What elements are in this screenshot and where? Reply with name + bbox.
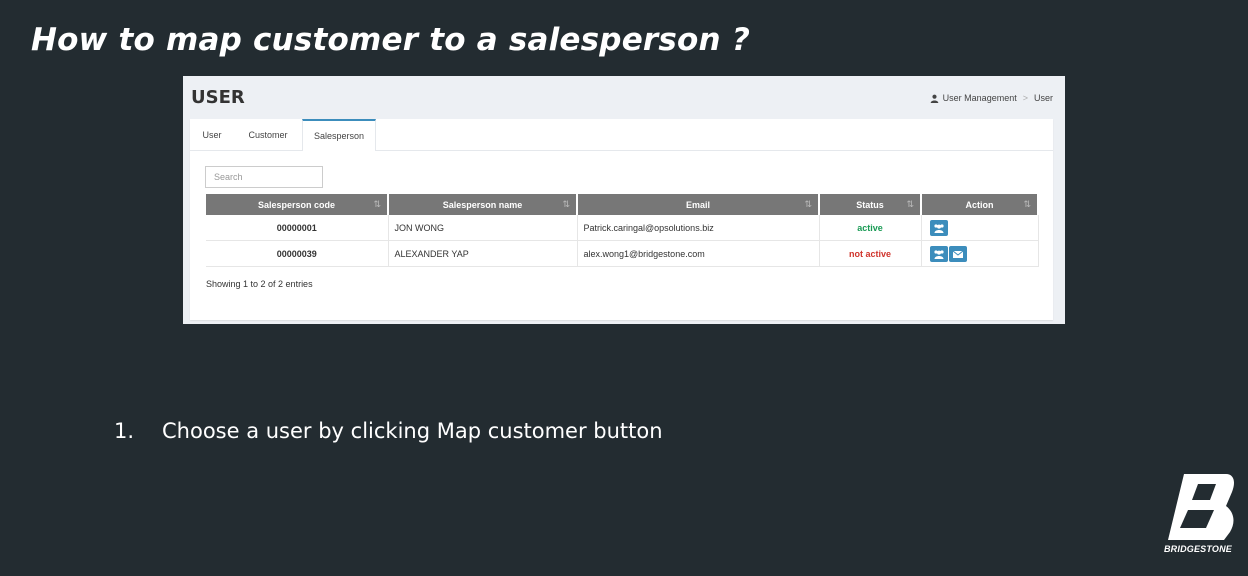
status-badge: not active [819,240,922,267]
salesperson-name: ALEXANDER YAP [388,240,578,267]
sort-icon[interactable]: ⇅ [906,199,914,210]
app-screenshot: USER User Management > User User Custome… [183,76,1065,324]
tab-bar: User Customer Salesperson [190,119,1053,151]
salesperson-email: Patrick.caringal@opsolutions.biz [577,215,820,241]
map-customer-button[interactable] [929,245,948,262]
breadcrumb-user: User [1033,93,1053,103]
content-panel: User Customer Salesperson Salesperson co… [190,119,1053,320]
table-info: Showing 1 to 2 of 2 entries [206,279,313,289]
tab-user[interactable]: User [190,119,234,150]
action-cell [921,215,1039,241]
tab-salesperson[interactable]: Salesperson [302,119,376,151]
brand-name: BRIDGESTONE [1163,544,1233,554]
instruction-text: Choose a user by clicking Map customer b… [162,419,663,443]
salesperson-email: alex.wong1@bridgestone.com [577,240,820,267]
table-row: 00000039 ALEXANDER YAP alex.wong1@bridge… [206,240,1039,267]
column-header-name[interactable]: Salesperson name ⇅ [388,194,578,215]
salesperson-code: 00000001 [206,215,389,241]
status-badge: active [819,215,922,241]
sort-asc-icon[interactable]: ⇅ [373,199,381,210]
tab-customer[interactable]: Customer [234,119,302,150]
column-header-code[interactable]: Salesperson code ⇅ [206,194,389,215]
salesperson-table: Salesperson code ⇅ Salesperson name ⇅ Emai… [206,194,1039,267]
column-header-action: Action ⇅ [921,194,1039,215]
instruction-number: 1. [114,419,135,443]
envelope-icon [952,250,963,258]
search-input[interactable] [205,166,323,188]
action-cell [921,240,1039,267]
breadcrumb: User Management > User [930,93,1053,103]
instruction: 1. Choose a user by clicking Map customer… [114,419,663,443]
slide-title: How to map customer to a salesperson ? [31,22,750,58]
column-header-status[interactable]: Status ⇅ [819,194,922,215]
breadcrumb-user-management[interactable]: User Management [943,93,1017,103]
table-header-row: Salesperson code ⇅ Salesperson name ⇅ Emai… [206,194,1039,215]
users-icon [933,223,944,233]
sort-icon[interactable]: ⇅ [1023,199,1031,210]
breadcrumb-separator: > [1022,93,1028,103]
page-title: USER [191,87,245,108]
column-header-email[interactable]: Email ⇅ [577,194,820,215]
send-email-button[interactable] [948,245,967,262]
users-icon [933,249,944,259]
user-icon [930,94,938,103]
table-row: 00000001 JON WONG Patrick.caringal@opsol… [206,215,1039,241]
salesperson-code: 00000039 [206,240,389,267]
sort-icon[interactable]: ⇅ [804,199,812,210]
salesperson-name: JON WONG [388,215,578,241]
app-header: USER User Management > User [183,76,1065,118]
map-customer-button[interactable] [929,219,948,236]
sort-icon[interactable]: ⇅ [562,199,570,210]
